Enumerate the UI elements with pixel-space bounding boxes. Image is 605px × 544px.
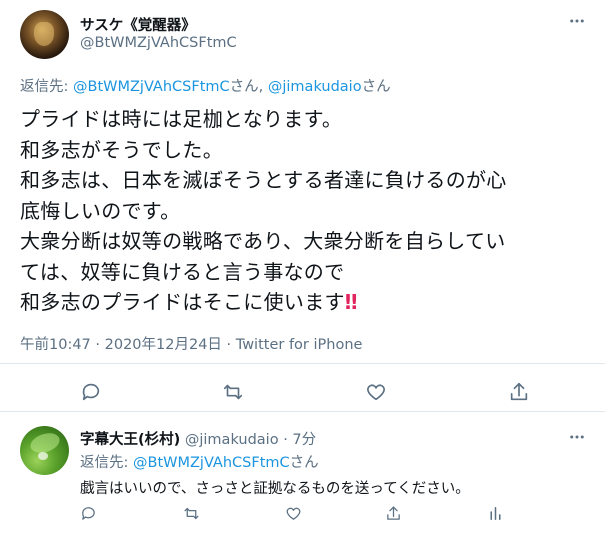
tweet-actions	[0, 381, 605, 403]
more-options-icon[interactable]	[568, 12, 586, 30]
share-icon[interactable]	[385, 505, 402, 522]
author-handle[interactable]: @BtWMZjVAhCSFtmC	[80, 35, 237, 51]
more-options-icon[interactable]	[568, 428, 586, 446]
like-icon[interactable]	[365, 381, 387, 403]
reply-sep: さん,	[229, 79, 268, 95]
reply-user-link[interactable]: @BtWMZjVAhCSFtmC	[133, 455, 290, 471]
reply-prefix: 返信先:	[80, 455, 133, 471]
reply-suffix: さん	[361, 79, 391, 95]
share-icon[interactable]	[508, 381, 530, 403]
reply-author-handle[interactable]: @jimakudaio	[185, 432, 279, 448]
tweet-text-line: ては、奴等に負けると言う事なので	[20, 259, 345, 284]
retweet-icon[interactable]	[222, 381, 244, 403]
reply-author-name[interactable]: 字幕大王(杉村)	[80, 432, 180, 448]
reply-icon[interactable]	[80, 381, 102, 403]
reply-time[interactable]: · 7分	[283, 432, 316, 448]
reply-icon[interactable]	[80, 505, 97, 522]
tweet-text-line: プライドは時には足枷となります。	[20, 107, 343, 131]
like-icon[interactable]	[285, 505, 302, 522]
retweet-icon[interactable]	[183, 505, 200, 522]
tweet-text-line: 和多志がそうでした。	[20, 137, 223, 162]
tweet-text: プライドは時には足枷となります。 和多志がそうでした。 和多志は、日本を滅ぼそう…	[20, 104, 590, 318]
reply-text: 戯言はいいので、さっさと証拠なるものを送ってください。	[80, 481, 470, 497]
main-tweet: サスケ《覚醒器》 @BtWMZjVAhCSFtmC 返信先: @BtWMZjVA…	[0, 0, 605, 412]
divider	[0, 363, 605, 364]
divider	[0, 411, 605, 412]
reply-prefix: 返信先:	[20, 79, 73, 95]
tweet-text-line: 和多志のプライドはそこに使います	[20, 290, 345, 314]
reply-to-line: 返信先: @BtWMZjVAhCSFtmCさん, @jimakudaioさん	[20, 75, 391, 96]
author-name[interactable]: サスケ《覚醒器》	[80, 14, 196, 35]
reply-user-link-1[interactable]: @BtWMZjVAhCSFtmC	[73, 79, 230, 95]
reply-header: 字幕大王(杉村) @jimakudaio · 7分	[80, 428, 316, 449]
double-exclamation-emoji: ‼	[344, 290, 358, 314]
reply-user-link-2[interactable]: @jimakudaio	[268, 79, 362, 95]
tweet-timestamp[interactable]: 午前10:47 · 2020年12月24日 · Twitter for iPho…	[20, 333, 362, 354]
reply-to-line: 返信先: @BtWMZjVAhCSFtmCさん	[80, 451, 319, 472]
analytics-icon[interactable]	[487, 505, 504, 522]
reply-author-avatar[interactable]	[20, 426, 69, 475]
author-avatar[interactable]	[20, 10, 69, 59]
tweet-text-line: 和多志は、日本を滅ぼそうとする者達に負けるのが心	[20, 168, 507, 192]
tweet-text-line-last: 和多志のプライドはそこに使います‼	[20, 287, 590, 318]
reply-suffix: さん	[289, 455, 319, 471]
tweet-text-line: 大衆分断は奴等の戦略であり、大衆分断を自らしてい	[20, 229, 506, 253]
tweet-text-line: 底悔しいのです。	[20, 198, 181, 223]
